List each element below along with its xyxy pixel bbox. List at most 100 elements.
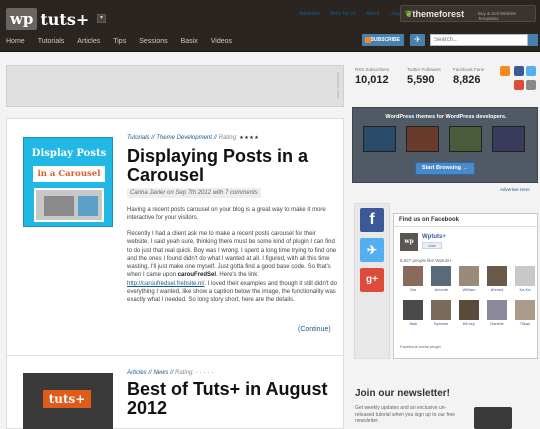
nav-item-home[interactable]: Home (6, 38, 25, 45)
search-input[interactable] (430, 34, 528, 46)
category-link[interactable]: Articles (127, 370, 147, 376)
fan-count: 8,827 people like Wptuts+. (400, 258, 454, 263)
facebook-icon[interactable] (514, 66, 524, 76)
post-title[interactable]: Displaying Posts in a Carousel (127, 147, 342, 185)
themeforest-ad[interactable]: WordPress themes for WordPress developer… (352, 107, 538, 183)
fan-avatar[interactable]: Ahmed (484, 266, 510, 297)
avatar (487, 266, 507, 286)
post-thumbnail[interactable]: Display Posts in a Carousel (23, 137, 113, 227)
theme-preview (449, 126, 482, 152)
fan-avatar[interactable]: Jitak (400, 300, 426, 331)
post-byline: Carina Javier on Sep 7th 2012 with 7 com… (127, 188, 261, 198)
themeforest-logo: ❦themeforest (405, 9, 465, 19)
bold-text: carouFredSel (177, 272, 217, 279)
stat-value: 5,590 (407, 74, 435, 86)
fan-avatar[interactable]: Bil bey (456, 300, 482, 331)
stat-rss: RSS Subscribers 10,012 (355, 67, 389, 86)
category-link[interactable]: Tutorials (127, 135, 150, 141)
subcategory-link[interactable]: News (153, 370, 168, 376)
nav-item-sessions[interactable]: Sessions (139, 38, 167, 45)
nav-item-articles[interactable]: Articles (77, 38, 100, 45)
avatar (459, 300, 479, 320)
google-plus-icon[interactable]: g+ (360, 268, 384, 292)
network-dropdown-icon[interactable]: ▾ (97, 14, 106, 23)
fan-avatar[interactable]: Daniele (484, 300, 510, 331)
stat-twitter: Twitter Followers 5,590 (407, 67, 441, 86)
themeforest-banner[interactable]: ❦themeforest Buy & Sell Website Template… (400, 5, 536, 22)
theme-preview (363, 126, 396, 152)
avatar (515, 266, 535, 286)
nav-item-tutorials[interactable]: Tutorials (38, 38, 65, 45)
nav-item-basix[interactable]: Basix (181, 38, 198, 45)
site-logo[interactable]: wp tuts+ (6, 8, 89, 30)
fan-avatar[interactable]: Om (400, 266, 426, 297)
post-meta: Tutorials // Theme Development // Rating… (127, 135, 260, 141)
twitter-icon[interactable] (526, 66, 536, 76)
theme-preview (406, 126, 439, 152)
external-link[interactable]: http://caroufredsel.frebsite.nl/ (127, 281, 204, 287)
post-meta: Articles // News // Rating: · · · · · (127, 370, 215, 376)
newsletter-image (474, 407, 512, 429)
fan-avatar[interactable]: Tilkan (512, 300, 538, 331)
avatar (515, 300, 535, 320)
avatar (431, 266, 451, 286)
top-link[interactable]: Advertise (299, 11, 320, 17)
twitter-icon[interactable]: ✈ (360, 238, 384, 262)
stat-label: RSS Subscribers (355, 67, 390, 72)
stat-value: 10,012 (355, 74, 389, 86)
facebook-icon[interactable]: f (360, 208, 384, 232)
page-name[interactable]: Wptuts+ (422, 234, 446, 240)
rating-label: Rating: (175, 370, 195, 376)
nav-item-tips[interactable]: Tips (113, 38, 126, 45)
stat-facebook: Facebook Fans 8,826 (453, 67, 484, 86)
stat-value: 8,826 (453, 74, 481, 86)
fan-avatar[interactable]: Syamim (428, 300, 454, 331)
site-header: wp tuts+ ▾ Advertise Write for Us About … (0, 0, 540, 52)
thumbnail-block (44, 196, 74, 216)
continue-link[interactable]: (Continue) (298, 326, 331, 333)
rating-label: Rating: (218, 135, 238, 141)
rss-icon[interactable] (500, 66, 510, 76)
fan-avatar[interactable]: Jehonte (428, 266, 454, 297)
avatar (487, 300, 507, 320)
email-icon[interactable] (526, 80, 536, 90)
start-browsing-button[interactable]: Start Browsing → (415, 162, 475, 175)
stat-label: Twitter Followers (407, 67, 441, 72)
thumbnail-text: in a Carousel (33, 166, 105, 182)
avatar (459, 266, 479, 286)
newsletter-title: Join our newsletter! (355, 388, 451, 399)
like-button[interactable]: Like (422, 242, 442, 249)
logo-wp-mark: wp (6, 8, 38, 30)
avatar (403, 300, 423, 320)
twitter-bird-icon[interactable]: ✈ (410, 34, 425, 46)
search-submit-button[interactable] (528, 34, 538, 46)
post-thumbnail[interactable]: tuts+ (23, 373, 113, 429)
nav-item-videos[interactable]: Videos (211, 38, 232, 45)
themeforest-tagline: Buy & Sell Website Templates (478, 11, 517, 21)
google-plus-icon[interactable] (514, 80, 524, 90)
top-link[interactable]: Write for Us (330, 11, 356, 17)
theme-preview (492, 126, 525, 152)
subcategory-link[interactable]: Theme Development (156, 135, 212, 141)
page-logo[interactable]: wp (400, 233, 418, 251)
rating-stars: · · · · · (195, 370, 215, 376)
rating-stars: ★★★★ (239, 135, 260, 141)
ad-banner[interactable]: Advertise Here (6, 65, 344, 107)
newsletter-text: Get weekly updates and an exclusive un-r… (355, 405, 456, 424)
fan-avatar[interactable]: William (456, 266, 482, 297)
post-list: Display Posts in a Carousel Tutorials //… (6, 118, 345, 429)
ad-banner-tag: Advertise Here (336, 72, 341, 99)
top-link[interactable]: About (366, 11, 379, 17)
fan-avatar[interactable]: Ka Ka (512, 266, 538, 297)
post-excerpt: Recently I had a client ask me to make a… (127, 231, 337, 304)
post-title[interactable]: Best of Tuts+ in August 2012 (127, 380, 342, 418)
leaf-icon: ❦ (405, 9, 413, 19)
thumbnail-text: tuts+ (43, 390, 91, 408)
stat-label: Facebook Fans (453, 67, 485, 72)
subscribe-button[interactable]: SUBSCRIBE (362, 34, 404, 46)
advertise-here-link[interactable]: Advertise Here (500, 187, 530, 192)
avatar (403, 266, 423, 286)
main-nav: Home Tutorials Articles Tips Sessions Ba… (6, 38, 232, 45)
social-tabs: f ✈ g+ (354, 203, 390, 359)
thumbnail-text: Display Posts (31, 148, 107, 159)
